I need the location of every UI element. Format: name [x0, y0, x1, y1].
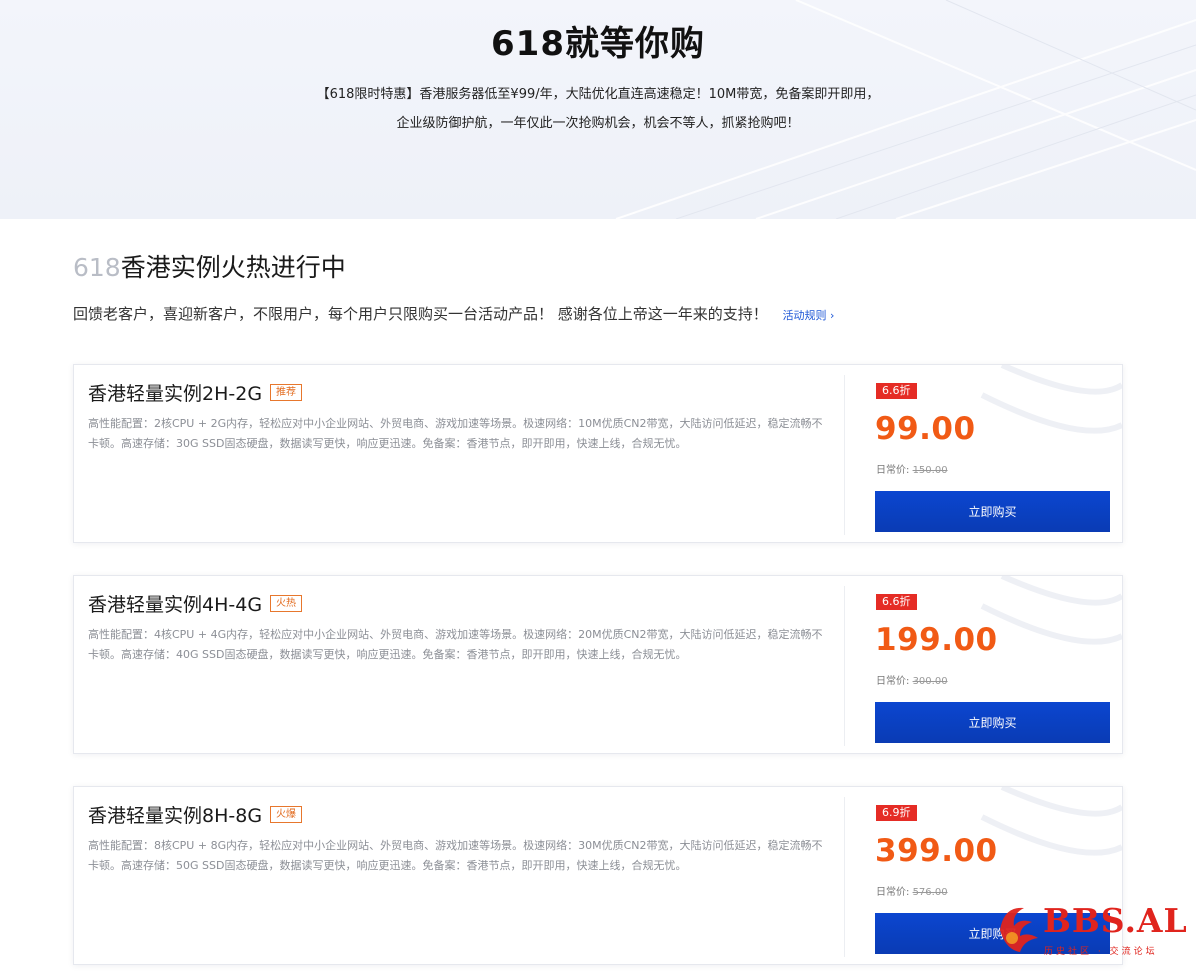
original-price-label: 日常价:: [876, 887, 910, 898]
discount-badge: 6.6折: [876, 383, 917, 399]
section-title: 618香港实例火热进行中: [73, 248, 346, 284]
section-title-text: 香港实例火热进行中: [120, 253, 346, 282]
card-divider: [844, 797, 845, 957]
product-price: 199.00: [875, 622, 998, 658]
original-price-label: 日常价:: [876, 465, 910, 476]
buy-now-button[interactable]: 立即购买: [875, 491, 1110, 532]
original-price-value: 150.00: [912, 465, 948, 476]
hero-banner: 618就等你购 【618限时特惠】香港服务器低至¥99/年，大陆优化直连高速稳定…: [0, 0, 1196, 219]
product-description: 高性能配置：8核CPU + 8G内存，轻松应对中小企业网站、外贸电商、游戏加速等…: [88, 839, 823, 872]
product-card: 香港轻量实例4H-4G 火热 高性能配置：4核CPU + 4G内存，轻松应对中小企…: [73, 575, 1123, 754]
product-name: 香港轻量实例4H-4G: [88, 594, 263, 616]
product-tag-badge: 火爆: [270, 806, 303, 823]
original-price: 日常价: 150.00: [876, 461, 948, 476]
watermark-brand: BBS.AL: [1043, 901, 1188, 940]
activity-rules-link[interactable]: 活动规则 ›: [783, 309, 835, 322]
product-description: 高性能配置：2核CPU + 2G内存，轻松应对中小企业网站、外贸电商、游戏加速等…: [88, 417, 823, 450]
product-name: 香港轻量实例8H-8G: [88, 805, 263, 827]
section-title-number: 618: [73, 253, 121, 282]
discount-badge: 6.6折: [876, 594, 917, 610]
hero-subtitle-line2: 企业级防御护航，一年仅此一次抢购机会，机会不等人，抓紧抢购吧！: [396, 116, 800, 131]
product-price: 99.00: [875, 411, 976, 447]
card-divider: [844, 375, 845, 535]
original-price-label: 日常价:: [876, 676, 910, 687]
original-price: 日常价: 300.00: [876, 672, 948, 687]
section-description: 回馈老客户，喜迎新客户，不限用户，每个用户只限购买一台活动产品！ 感谢各位上帝这…: [73, 303, 834, 324]
product-tag-badge: 火热: [270, 595, 303, 612]
original-price-value: 300.00: [912, 676, 948, 687]
product-description: 高性能配置：4核CPU + 4G内存，轻松应对中小企业网站、外贸电商、游戏加速等…: [88, 628, 823, 661]
buy-now-button[interactable]: 立即购买: [875, 702, 1110, 743]
product-card: 香港轻量实例2H-2G 推荐 高性能配置：2核CPU + 2G内存，轻松应对中小企…: [73, 364, 1123, 543]
hero-title: 618就等你购: [491, 24, 705, 64]
original-price: 日常价: 576.00: [876, 883, 948, 898]
card-divider: [844, 586, 845, 746]
product-info: 香港轻量实例2H-2G 推荐 高性能配置：2核CPU + 2G内存，轻松应对中小企…: [88, 379, 832, 454]
discount-badge: 6.9折: [876, 805, 917, 821]
product-info: 香港轻量实例4H-4G 火热 高性能配置：4核CPU + 4G内存，轻松应对中小企…: [88, 590, 832, 665]
original-price-value: 576.00: [912, 887, 948, 898]
product-tag-badge: 推荐: [270, 384, 303, 401]
product-info: 香港轻量实例8H-8G 火爆 高性能配置：8核CPU + 8G内存，轻松应对中小企…: [88, 801, 832, 876]
product-price: 399.00: [875, 833, 998, 869]
hero-subtitle-line1: 【618限时特惠】香港服务器低至¥99/年，大陆优化直连高速稳定！10M带宽，免…: [316, 87, 880, 102]
section-description-text: 回馈老客户，喜迎新客户，不限用户，每个用户只限购买一台活动产品！ 感谢各位上帝这…: [73, 305, 768, 323]
product-card: 香港轻量实例8H-8G 火爆 高性能配置：8核CPU + 8G内存，轻松应对中小企…: [73, 786, 1123, 965]
product-name: 香港轻量实例2H-2G: [88, 383, 263, 405]
watermark-tagline: 历史社区 · 交流论坛: [1044, 947, 1158, 957]
